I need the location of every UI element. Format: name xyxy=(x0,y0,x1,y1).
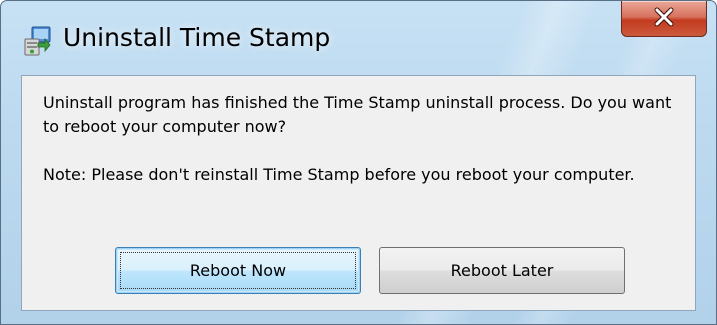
dialog-window: Uninstall Time Stamp Uninstall program h… xyxy=(0,0,717,325)
reboot-later-button[interactable]: Reboot Later xyxy=(379,247,625,294)
reboot-now-label: Reboot Now xyxy=(189,261,287,280)
reboot-later-label: Reboot Later xyxy=(450,261,554,280)
close-button[interactable] xyxy=(621,1,707,37)
dialog-content: Uninstall program has finished the Time … xyxy=(21,75,696,311)
note-text: Note: Please don't reinstall Time Stamp … xyxy=(43,165,635,184)
title-bar[interactable]: Uninstall Time Stamp xyxy=(1,1,716,81)
close-icon xyxy=(652,7,676,31)
installer-icon xyxy=(23,25,53,57)
reboot-now-button[interactable]: Reboot Now xyxy=(115,247,361,294)
window-title: Uninstall Time Stamp xyxy=(63,23,331,52)
message-text: Uninstall program has finished the Time … xyxy=(43,93,672,136)
